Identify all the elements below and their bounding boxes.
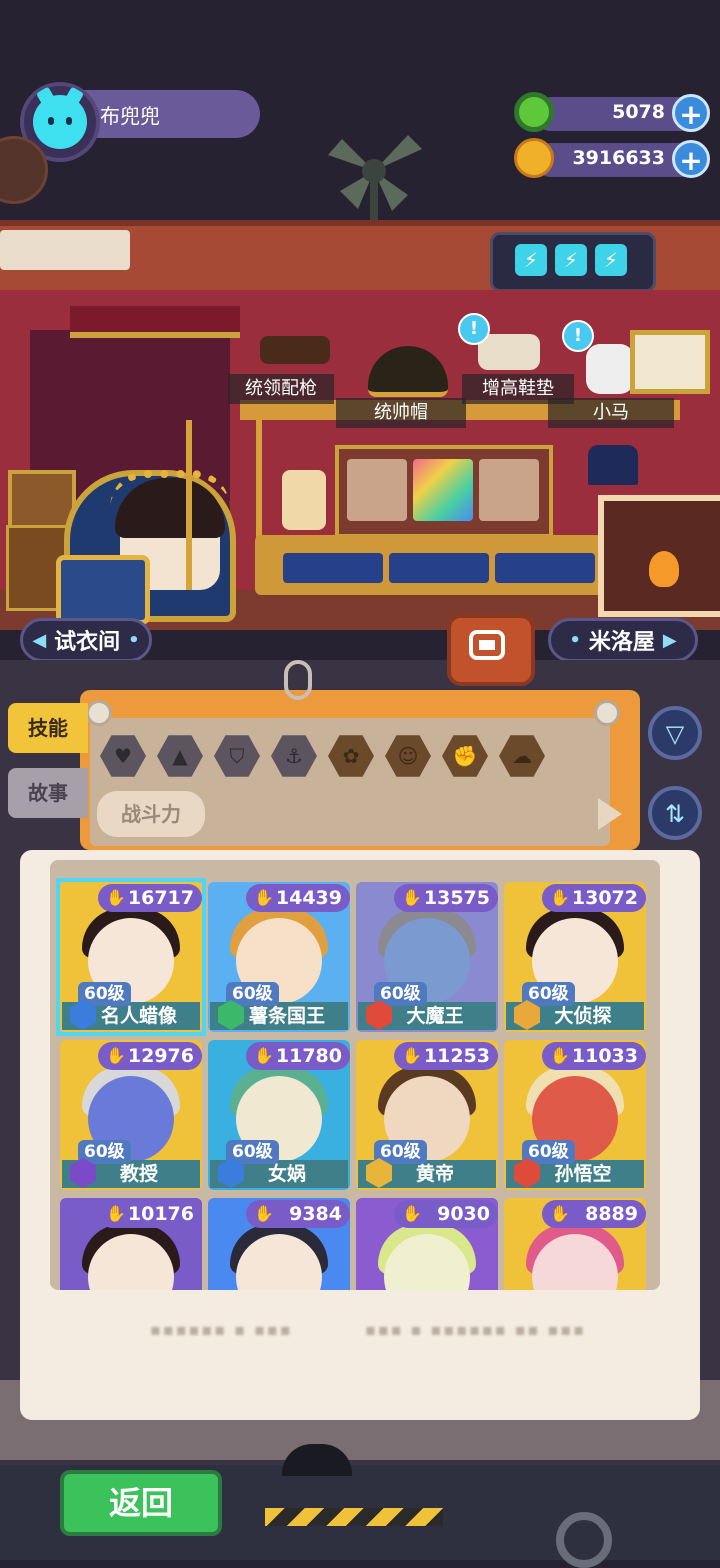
tab-story[interactable]: 故事 xyxy=(8,768,88,818)
desk xyxy=(255,535,625,595)
sort-order-button[interactable]: ⇅ xyxy=(648,786,702,840)
paperclip-icon xyxy=(284,660,312,700)
character-power: 11033 xyxy=(542,1042,646,1070)
milo-house-button[interactable]: • 米洛屋 ▶ xyxy=(548,618,698,662)
sort-power-button[interactable]: 战斗力 xyxy=(97,791,205,837)
dot-icon: • xyxy=(569,629,581,651)
character-card[interactable]: 10176 xyxy=(60,1198,202,1290)
currency-value: 5078 xyxy=(612,101,665,123)
energy-cell-icon: ⚡ xyxy=(515,244,547,276)
lamp-icon xyxy=(588,445,638,485)
character-power: 14439 xyxy=(246,884,350,912)
character-power: 11253 xyxy=(394,1042,498,1070)
character-power: 10176 xyxy=(98,1200,202,1228)
gold-planet-icon xyxy=(514,138,554,178)
cake-icon xyxy=(282,470,326,530)
back-button[interactable]: 返回 xyxy=(60,1470,222,1536)
fitting-room-label: 试衣间 xyxy=(54,630,121,655)
character-card[interactable]: 9384 xyxy=(208,1198,350,1290)
notice-bubble-horse[interactable]: ! xyxy=(562,320,594,352)
green-donut-icon xyxy=(514,92,554,132)
character-card[interactable]: 16717名人蜡像60级 xyxy=(56,878,206,1036)
hazard-stripes xyxy=(265,1508,443,1526)
add-currency-button[interactable]: + xyxy=(672,94,710,132)
add-currency-button[interactable]: + xyxy=(672,140,710,178)
character-power: 8889 xyxy=(542,1200,646,1228)
screw-icon xyxy=(86,700,112,726)
tab-skill[interactable]: 技能 xyxy=(8,703,88,753)
character-card[interactable]: 12976教授60级 xyxy=(60,1040,202,1190)
character-power: 9030 xyxy=(394,1200,498,1228)
candelabra xyxy=(186,420,262,590)
arrow-right-icon: ▶ xyxy=(662,629,677,651)
framed-portrait xyxy=(479,459,539,521)
character-power: 16717 xyxy=(98,884,202,912)
framed-portrait xyxy=(347,459,407,521)
panel-arrow-icon xyxy=(598,798,622,830)
desk-drawer xyxy=(389,553,489,583)
pistol-icon[interactable] xyxy=(260,336,330,364)
character-power: 13575 xyxy=(394,884,498,912)
item-label-hat[interactable]: 统帅帽 xyxy=(336,398,466,428)
avatar-eye xyxy=(66,117,72,125)
insole-icon[interactable] xyxy=(478,334,540,370)
fireplace xyxy=(598,495,720,617)
avatar-eye xyxy=(48,117,54,125)
sort-arrows-icon: ⇅ xyxy=(664,800,686,828)
desk-drawer xyxy=(495,553,595,583)
fitting-room-button[interactable]: ◀ 试衣间 • xyxy=(20,618,152,662)
character-card[interactable]: 13575大魔王60级 xyxy=(356,882,498,1032)
curtain-valance xyxy=(70,306,240,338)
currency-donut: 5078 + xyxy=(514,92,710,134)
character-card[interactable]: 9030 xyxy=(356,1198,498,1290)
energy-cell-icon: ⚡ xyxy=(555,244,587,276)
character-card[interactable]: 11253黄帝60级 xyxy=(356,1040,498,1190)
wardrobe-plaque-button[interactable] xyxy=(447,614,535,686)
player-name: 布兜兜 xyxy=(100,104,160,128)
cat-avatar-icon xyxy=(33,95,87,149)
wall-vent xyxy=(0,230,130,270)
milo-house-label: 米洛屋 xyxy=(588,630,655,655)
item-label-horse[interactable]: 小马 xyxy=(548,398,674,428)
character-card[interactable]: 8889 xyxy=(504,1198,646,1290)
page-footnote-left: ▪▪▪▪▪▪ ▪ ▪▪▪ xyxy=(150,1320,293,1339)
framed-portrait xyxy=(413,459,473,521)
character-power: 9384 xyxy=(246,1200,350,1228)
currency-value: 3916633 xyxy=(572,147,665,169)
character-power: 12976 xyxy=(98,1042,202,1070)
character-grid: 16717名人蜡像60级14439薯条国王60级13575大魔王60级13072… xyxy=(50,860,660,1290)
energy-battery-panel: ⚡ ⚡ ⚡ xyxy=(490,232,656,292)
character-card[interactable]: 11780女娲60级 xyxy=(208,1040,350,1190)
energy-cell-icon: ⚡ xyxy=(595,244,627,276)
character-power: 13072 xyxy=(542,884,646,912)
fire-icon xyxy=(649,551,679,587)
notice-bubble-insoles[interactable]: ! xyxy=(458,313,490,345)
player-profile[interactable]: 布兜兜 xyxy=(20,82,260,162)
character-power: 11780 xyxy=(246,1042,350,1070)
character-frames xyxy=(335,445,553,538)
arrow-left-icon: ◀ xyxy=(32,629,47,651)
treasure-box[interactable] xyxy=(56,555,150,625)
currency-planet: 3916633 + xyxy=(514,138,710,180)
horse-painting xyxy=(630,330,710,394)
character-card[interactable]: 11033孙悟空60级 xyxy=(504,1040,646,1190)
horse-icon[interactable] xyxy=(586,344,634,394)
filter-button[interactable]: ▽ xyxy=(648,706,702,760)
character-card[interactable]: 13072大侦探60级 xyxy=(504,882,646,1032)
desk-drawer xyxy=(283,553,383,583)
character-card[interactable]: 14439薯条国王60级 xyxy=(208,882,350,1032)
page-footnote-right: ▪▪▪ ▪ ▪▪▪▪▪▪ ▪▪ ▪▪▪ xyxy=(365,1320,586,1339)
dot-icon: • xyxy=(128,629,140,651)
wardrobe-icon xyxy=(469,630,505,660)
filter-funnel-icon: ▽ xyxy=(665,720,685,748)
item-label-gun[interactable]: 统领配枪 xyxy=(228,374,334,404)
screw-icon xyxy=(594,700,620,726)
fan-icon xyxy=(328,135,422,225)
